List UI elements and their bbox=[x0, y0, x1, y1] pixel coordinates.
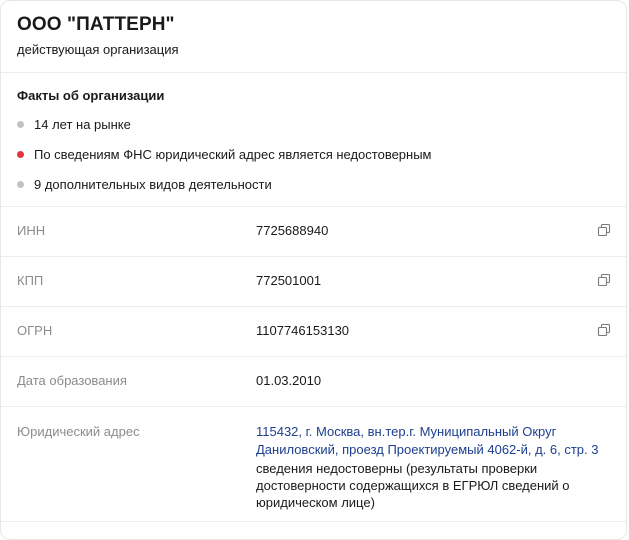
divider bbox=[1, 521, 626, 522]
company-header: ООО "ПАТТЕРН" действующая организация bbox=[17, 14, 179, 57]
founded-value: 01.03.2010 bbox=[256, 373, 322, 388]
address-link[interactable]: 115432, г. Москва, вн.тер.г. Муниципальн… bbox=[256, 423, 611, 459]
fact-text: По сведениям ФНС юридический адрес являе… bbox=[34, 147, 432, 162]
company-status: действующая организация bbox=[17, 42, 179, 57]
kpp-value: 772501001 bbox=[256, 273, 322, 288]
divider bbox=[1, 406, 626, 407]
kpp-label: КПП bbox=[17, 273, 44, 288]
facts-title: Факты об организации bbox=[17, 88, 165, 103]
ogrn-label: ОГРН bbox=[17, 323, 53, 338]
inn-label: ИНН bbox=[17, 223, 46, 238]
copy-icon[interactable] bbox=[597, 223, 611, 237]
company-name: ООО "ПАТТЕРН" bbox=[17, 14, 175, 35]
warning-dot-icon bbox=[17, 151, 24, 158]
fact-text: 9 дополнительных видов деятельности bbox=[34, 177, 272, 192]
divider bbox=[1, 206, 626, 207]
fact-text: 14 лет на рынке bbox=[34, 117, 131, 132]
divider bbox=[1, 256, 626, 257]
divider bbox=[1, 356, 626, 357]
fact-dot-icon bbox=[17, 181, 24, 188]
copy-icon[interactable] bbox=[597, 323, 611, 337]
inn-value: 7725688940 bbox=[256, 223, 329, 238]
address-warning-note: сведения недостоверны (результаты провер… bbox=[256, 461, 570, 510]
fact-item-address-warning: По сведениям ФНС юридический адрес являе… bbox=[17, 147, 432, 162]
copy-icon[interactable] bbox=[597, 273, 611, 287]
company-card: ООО "ПАТТЕРН" действующая организация Фа… bbox=[0, 0, 627, 540]
divider bbox=[1, 306, 626, 307]
address-label: Юридический адрес bbox=[17, 424, 140, 439]
fact-item-years: 14 лет на рынке bbox=[17, 117, 131, 132]
ogrn-value: 1107746153130 bbox=[256, 323, 350, 338]
founded-label: Дата образования bbox=[17, 373, 127, 388]
fact-item-activities[interactable]: 9 дополнительных видов деятельности bbox=[17, 177, 272, 192]
fact-dot-icon bbox=[17, 121, 24, 128]
divider bbox=[1, 72, 626, 73]
